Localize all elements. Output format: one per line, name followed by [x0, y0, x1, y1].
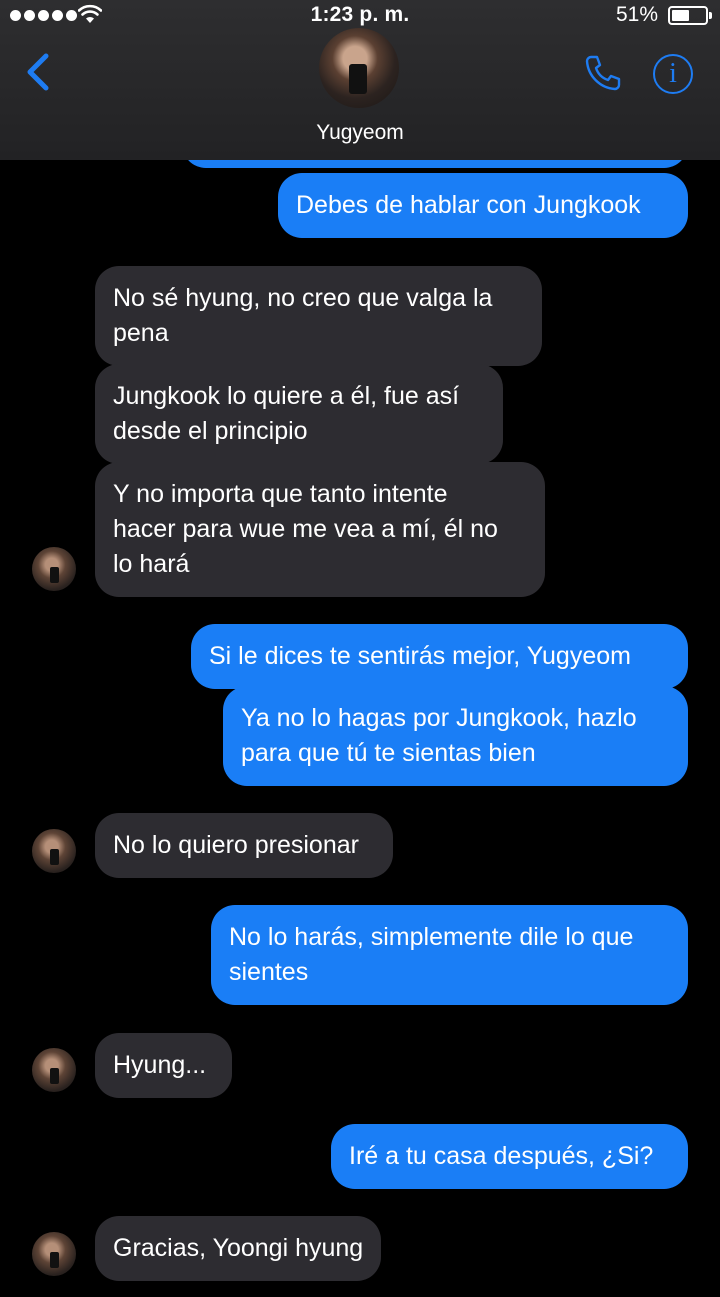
info-glyph: i — [669, 58, 677, 89]
message-bubble-outgoing[interactable]: Iré a tu casa después, ¿Si? — [331, 1124, 688, 1189]
message-bubble-incoming[interactable]: No sé hyung, no creo que valga la pena — [95, 266, 542, 366]
message-line: Y no importa que tanto intente — [113, 480, 448, 508]
phone-icon[interactable] — [582, 52, 624, 94]
chevron-left-icon[interactable] — [22, 52, 54, 92]
chat-header: 1:23 p. m. 51% Yugyeom i — [0, 0, 720, 160]
message-line: Iré a tu casa después, ¿Si? — [349, 1142, 654, 1170]
contact-name[interactable]: Yugyeom — [0, 121, 720, 145]
message-bubble-outgoing[interactable]: Si le dices te sentirás mejor, Yugyeom — [191, 624, 688, 689]
battery-percent: 51% — [615, 3, 658, 26]
message-bubble-incoming[interactable]: Y no importa que tanto intente hacer par… — [95, 462, 545, 597]
message-line: sientes — [229, 958, 309, 986]
message-bubble-outgoing[interactable]: No lo harás, simplemente dile lo que sie… — [211, 905, 688, 1005]
message-bubble-incoming[interactable]: Hyung... — [95, 1033, 232, 1098]
message-line: Hyung... — [113, 1051, 207, 1079]
message-bubble-outgoing[interactable]: Ya no lo hagas por Jungkook, hazlo para … — [223, 686, 688, 786]
contact-avatar[interactable] — [32, 829, 76, 873]
message-line: No sé hyung, no creo que valga la — [113, 284, 493, 312]
message-bubble-incoming[interactable]: Gracias, Yoongi hyung — [95, 1216, 381, 1281]
chat-screen: Debes de hablar con Jungkook No sé hyung… — [0, 0, 720, 1297]
contact-avatar-large[interactable] — [319, 28, 399, 108]
battery-icon — [668, 6, 712, 25]
info-icon[interactable]: i — [653, 54, 693, 94]
message-line: Debes de hablar con Jungkook — [296, 191, 641, 219]
contact-avatar[interactable] — [32, 1048, 76, 1092]
message-line: Ya no lo hagas por Jungkook, hazlo — [241, 704, 637, 732]
message-line: No lo harás, simplemente dile lo que — [229, 923, 634, 951]
message-bubble-incoming[interactable]: No lo quiero presionar — [95, 813, 393, 878]
battery-fill — [672, 10, 689, 21]
message-line: lo hará — [113, 550, 190, 578]
message-line: Jungkook lo quiere a él, fue así — [113, 382, 460, 410]
message-bubble-incoming[interactable]: Jungkook lo quiere a él, fue así desde e… — [95, 364, 503, 464]
contact-avatar[interactable] — [32, 1232, 76, 1276]
status-time: 1:23 p. m. — [310, 3, 410, 26]
message-line: para que tú te sientas bien — [241, 739, 536, 767]
message-bubble-outgoing[interactable]: Debes de hablar con Jungkook — [278, 173, 688, 238]
message-line: Gracias, Yoongi hyung — [113, 1234, 364, 1262]
message-line: Si le dices te sentirás mejor, Yugyeom — [209, 642, 631, 670]
message-line: desde el principio — [113, 417, 308, 445]
message-line: hacer para wue me vea a mí, él no — [113, 515, 498, 543]
message-line: No lo quiero presionar — [113, 831, 359, 859]
contact-avatar[interactable] — [32, 547, 76, 591]
message-line: pena — [113, 319, 169, 347]
